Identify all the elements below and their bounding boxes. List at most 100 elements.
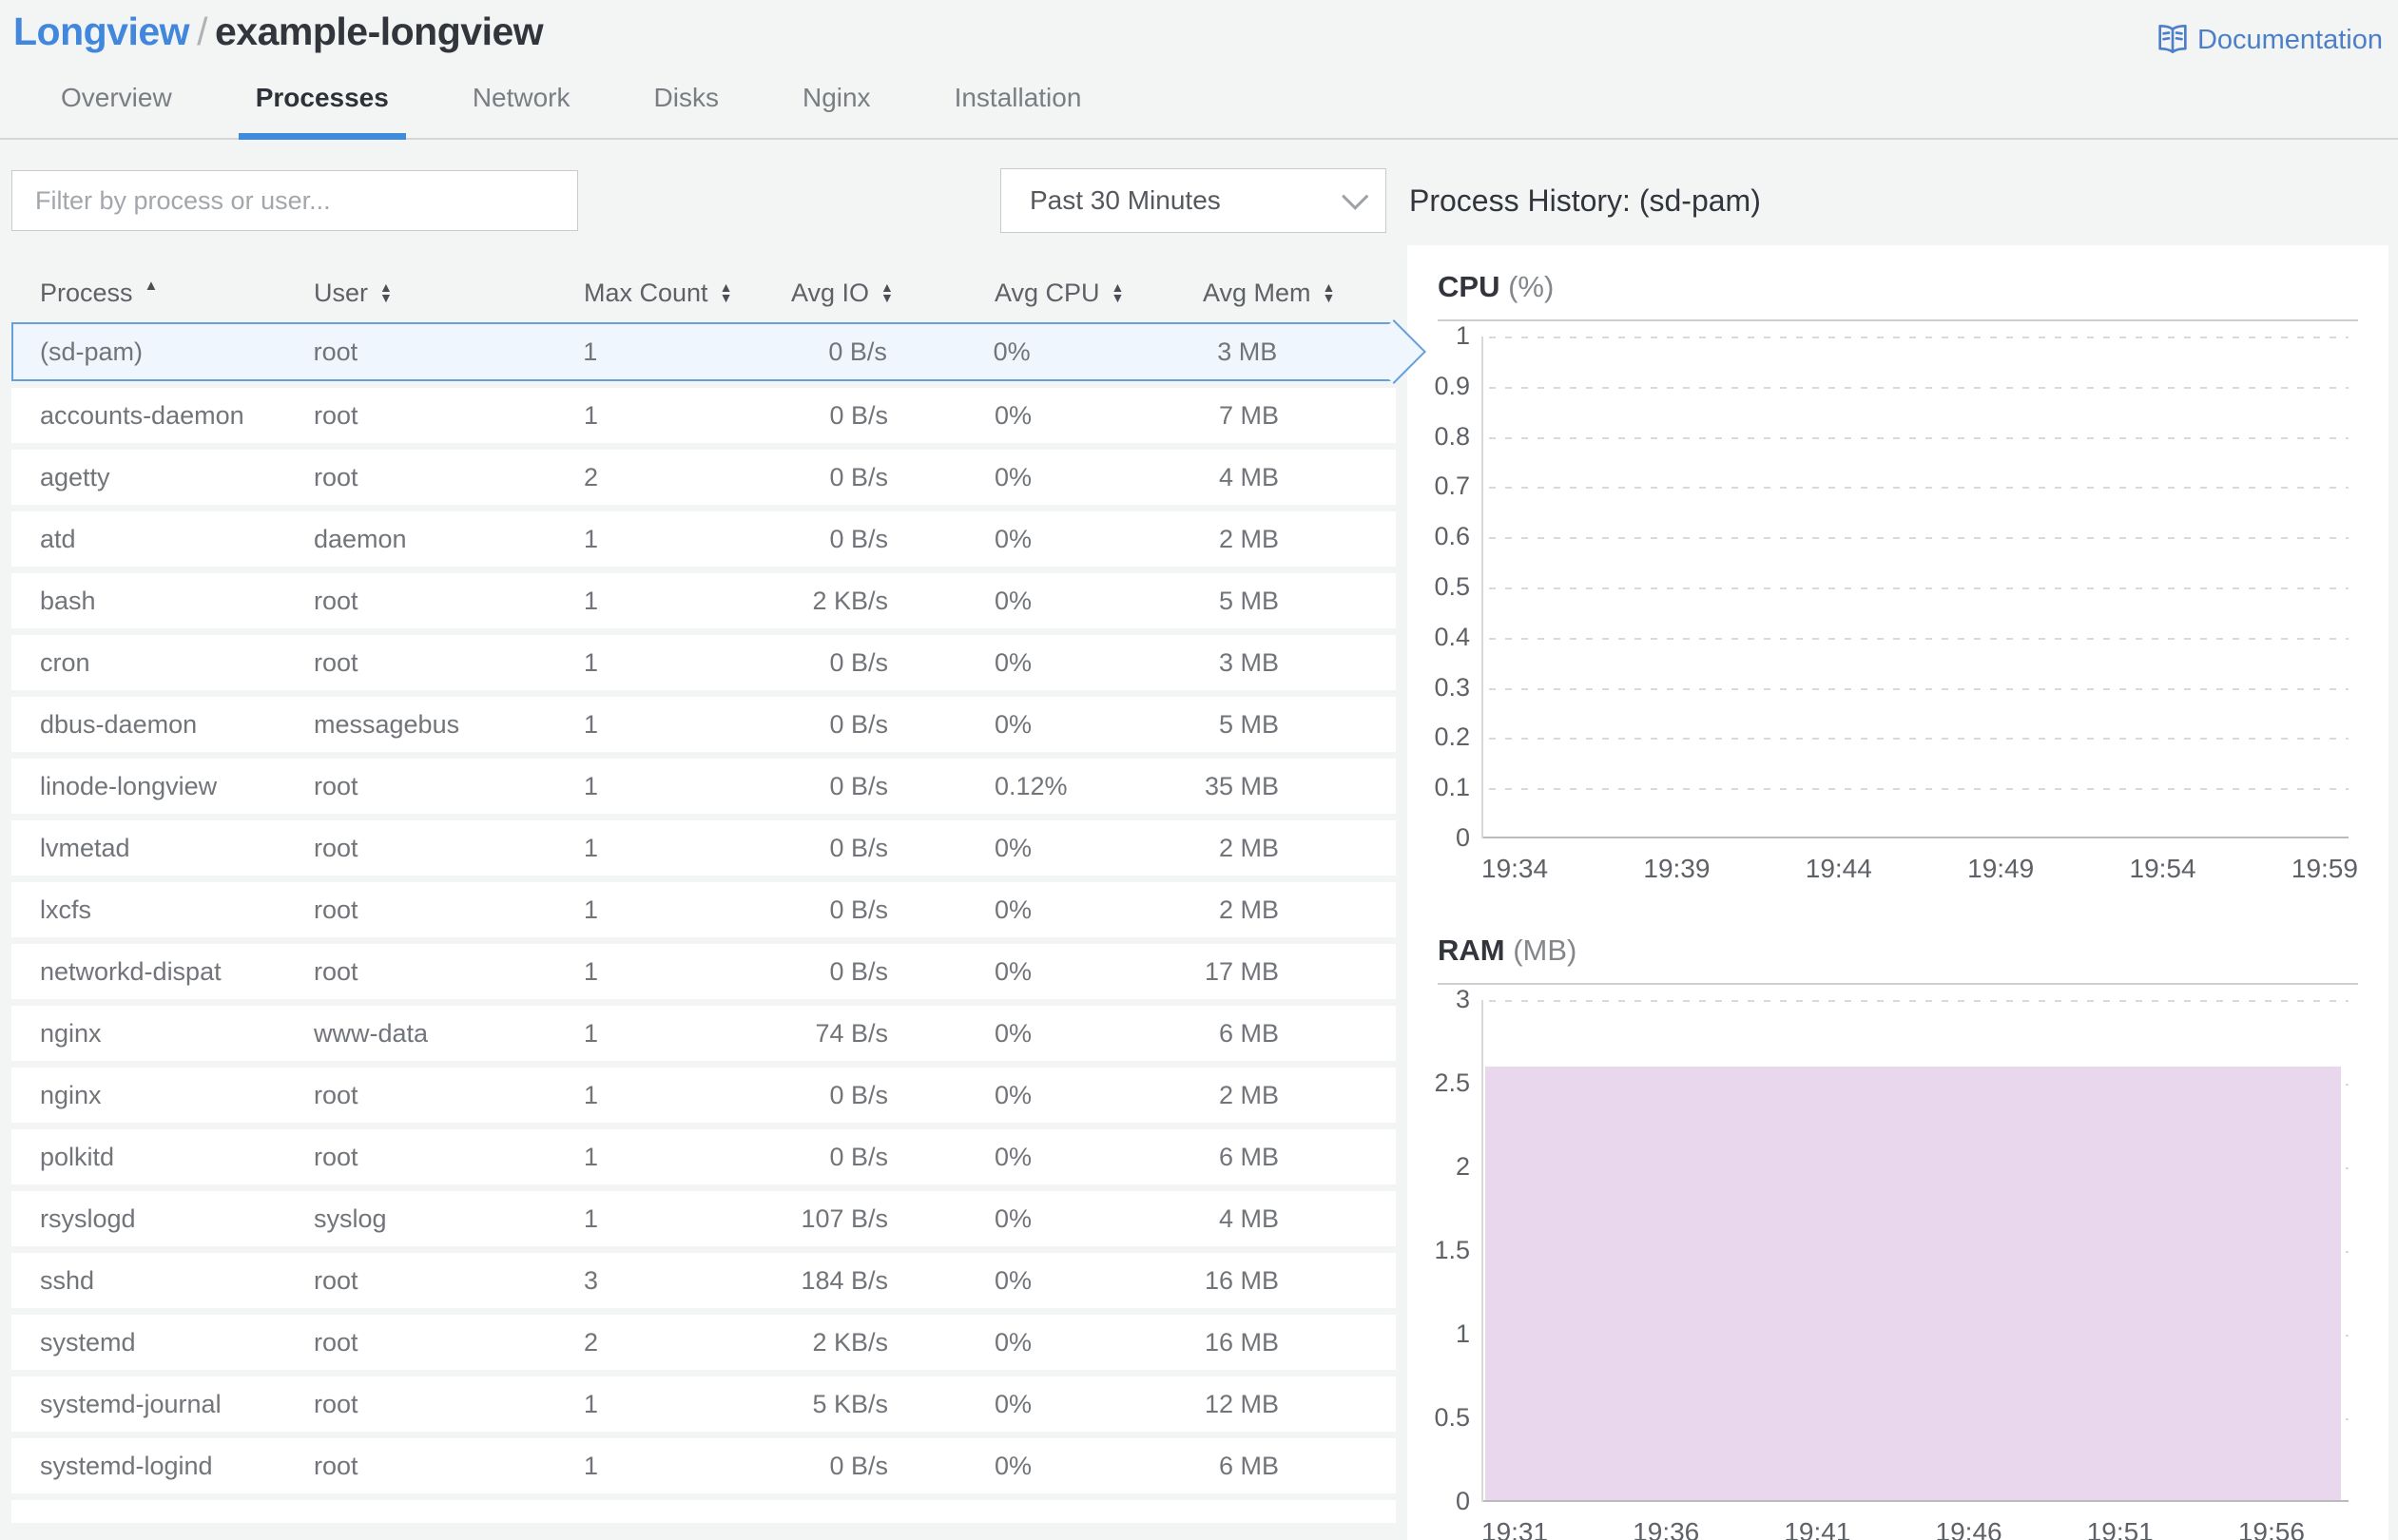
- cell-avg-mem: 6 MB: [1218, 1018, 1279, 1048]
- cpu-x-axis-labels: 19:34 19:39 19:44 19:49 19:54 19:59: [1481, 854, 2358, 884]
- column-header-process[interactable]: Process ▲: [40, 278, 314, 308]
- process-filter-input[interactable]: [11, 170, 578, 231]
- table-row[interactable]: polkitd root 1 0 B/s 0% 6 MB: [11, 1129, 1396, 1184]
- cell-avg-mem: 4 MB: [1218, 1203, 1279, 1233]
- cell-max-count: 1: [584, 1203, 599, 1233]
- y-tick-label: 0.6: [1434, 522, 1470, 550]
- cell-process: agetty: [40, 462, 110, 491]
- column-header-avg-cpu[interactable]: Avg CPU ▲ ▼: [995, 279, 1203, 308]
- table-row[interactable]: rsyslogd syslog 1 107 B/s 0% 4 MB: [11, 1191, 1396, 1246]
- documentation-link[interactable]: Documentation: [2154, 21, 2383, 59]
- cell-max-count: 1: [584, 586, 599, 615]
- tab-overview[interactable]: Overview: [55, 83, 178, 138]
- gridline: [1489, 738, 2349, 740]
- cell-max-count: 2: [584, 1327, 599, 1357]
- table-row[interactable]: lvmetad root 1 0 B/s 0% 2 MB: [11, 820, 1396, 876]
- cell-user: www-data: [314, 1018, 429, 1048]
- cell-max-count: 1: [584, 833, 599, 862]
- cell-user: root: [314, 956, 358, 986]
- table-body: (sd-pam) root 1 0 B/s 0% 3 MB accounts-daemon r…: [11, 322, 1396, 1493]
- column-header-avg-io[interactable]: Avg IO ▲ ▼: [791, 279, 995, 308]
- table-row[interactable]: accounts-daemon root 1 0 B/s 0% 7 MB: [11, 388, 1396, 443]
- cell-avg-io: 5 KB/s: [812, 1389, 888, 1418]
- tab-processes[interactable]: Processes: [238, 83, 406, 140]
- tab-installation[interactable]: Installation: [949, 83, 1088, 138]
- cell-max-count: 1: [584, 524, 599, 553]
- area-series-fill: [1485, 1067, 2341, 1500]
- table-row[interactable]: atd daemon 1 0 B/s 0% 2 MB: [11, 511, 1396, 567]
- cell-avg-io: 0 B/s: [829, 524, 888, 553]
- cell-max-count: 1: [584, 400, 599, 430]
- cell-process: dbus-daemon: [40, 709, 198, 739]
- table-row[interactable]: systemd-journal root 1 5 KB/s 0% 12 MB: [11, 1376, 1396, 1432]
- gridline: [1489, 1000, 2349, 1002]
- y-tick-label: 0.5: [1434, 1403, 1470, 1432]
- column-label: Process: [40, 278, 133, 307]
- cpu-divider: [1438, 319, 2358, 321]
- cell-max-count: 1: [583, 337, 598, 366]
- cell-avg-io: 0 B/s: [829, 1142, 888, 1171]
- cell-avg-cpu: 0%: [995, 586, 1033, 615]
- x-tick-label: 19:59: [2291, 854, 2358, 883]
- table-toolbar: Past 30 Minutes: [11, 168, 1386, 233]
- x-tick-label: 19:54: [2129, 854, 2196, 883]
- y-tick-label: 0.9: [1434, 372, 1470, 400]
- column-header-user[interactable]: User ▲ ▼: [314, 279, 584, 308]
- column-header-avg-mem[interactable]: Avg Mem ▲ ▼: [1203, 279, 1396, 308]
- tab-disks[interactable]: Disks: [648, 83, 725, 138]
- table-row[interactable]: nginx www-data 1 74 B/s 0% 6 MB: [11, 1006, 1396, 1061]
- gridline: [1489, 537, 2349, 539]
- cell-process: lxcfs: [40, 895, 91, 924]
- cell-avg-io: 0 B/s: [829, 400, 888, 430]
- table-row[interactable]: cron root 1 0 B/s 0% 3 MB: [11, 635, 1396, 690]
- gridline: [1489, 587, 2349, 589]
- table-row[interactable]: systemd root 2 2 KB/s 0% 16 MB: [11, 1315, 1396, 1370]
- cell-max-count: 2: [584, 462, 599, 491]
- y-tick-label: 1: [1455, 321, 1470, 350]
- table-row[interactable]: lxcfs root 1 0 B/s 0% 2 MB: [11, 882, 1396, 937]
- table-row[interactable]: sshd root 3 184 B/s 0% 16 MB: [11, 1253, 1396, 1308]
- table-row[interactable]: dbus-daemon messagebus 1 0 B/s 0% 5 MB: [11, 697, 1396, 752]
- table-row[interactable]: systemd-logind root 1 0 B/s 0% 6 MB: [11, 1438, 1396, 1493]
- cell-avg-cpu: 0%: [995, 1142, 1033, 1171]
- cell-max-count: 1: [584, 895, 599, 924]
- cell-avg-cpu: 0%: [995, 462, 1033, 491]
- y-tick-label: 0.4: [1434, 623, 1470, 651]
- tab-network[interactable]: Network: [467, 83, 576, 138]
- cell-user: daemon: [314, 524, 407, 553]
- cell-avg-mem: 3 MB: [1218, 647, 1279, 677]
- y-tick-label: 0.1: [1434, 773, 1470, 801]
- tab-nginx[interactable]: Nginx: [797, 83, 877, 138]
- column-label: Max Count: [584, 278, 708, 307]
- cell-max-count: 1: [584, 771, 599, 800]
- table-row[interactable]: linode-longview root 1 0 B/s 0.12% 35 MB: [11, 759, 1396, 814]
- table-row[interactable]: bash root 1 2 KB/s 0% 5 MB: [11, 573, 1396, 628]
- cell-avg-mem: 3 MB: [1217, 337, 1278, 366]
- column-header-max-count[interactable]: Max Count ▲ ▼: [584, 279, 791, 308]
- ram-chart-section: RAM (MB) 3 2.5 2 1.5 1 0.5 0 19:31 19:36 19:41 19…: [1407, 909, 2388, 1540]
- cell-user: root: [314, 1327, 358, 1357]
- gridline: [1489, 337, 2349, 338]
- table-row[interactable]: agetty root 2 0 B/s 0% 4 MB: [11, 450, 1396, 505]
- time-range-select[interactable]: Past 30 Minutes: [1000, 168, 1386, 233]
- cell-avg-io: 107 B/s: [801, 1203, 888, 1233]
- cell-avg-mem: 5 MB: [1218, 586, 1279, 615]
- cell-avg-cpu: 0%: [993, 337, 1031, 366]
- ram-divider: [1438, 983, 2358, 985]
- column-label: Avg Mem: [1203, 278, 1311, 307]
- cell-avg-mem: 2 MB: [1218, 1080, 1279, 1109]
- open-book-icon: [2154, 21, 2192, 59]
- breadcrumb-longview-link[interactable]: Longview: [13, 10, 190, 53]
- y-tick-label: 0: [1455, 1487, 1470, 1515]
- table-row[interactable]: networkd-dispat root 1 0 B/s 0% 17 MB: [11, 944, 1396, 999]
- cell-user: messagebus: [314, 709, 460, 739]
- cell-avg-cpu: 0%: [995, 524, 1033, 553]
- sort-toggle-icon: ▲ ▼: [719, 279, 733, 305]
- table-row-selected[interactable]: (sd-pam) root 1 0 B/s 0% 3 MB: [11, 322, 1396, 381]
- y-tick-label: 3: [1455, 985, 1470, 1013]
- cell-avg-cpu: 0%: [995, 647, 1033, 677]
- cell-max-count: 1: [584, 956, 599, 986]
- cell-avg-mem: 6 MB: [1218, 1142, 1279, 1171]
- cell-avg-cpu: 0%: [995, 400, 1033, 430]
- table-row[interactable]: nginx root 1 0 B/s 0% 2 MB: [11, 1068, 1396, 1123]
